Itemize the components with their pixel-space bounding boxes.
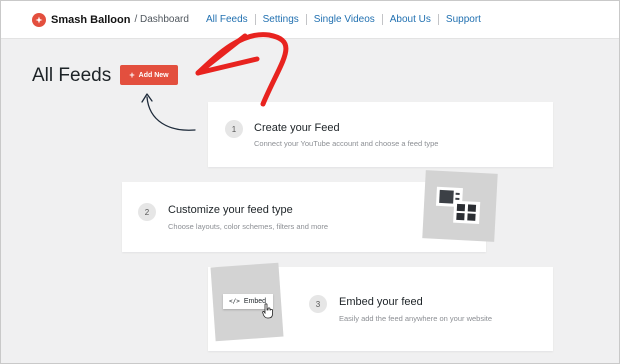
app-frame: Smash Balloon / Dashboard All Feeds Sett… <box>0 0 620 364</box>
red-arrowhead <box>195 33 260 76</box>
annotation-overlay <box>141 32 289 131</box>
dark-annotation-arrow <box>146 96 196 131</box>
